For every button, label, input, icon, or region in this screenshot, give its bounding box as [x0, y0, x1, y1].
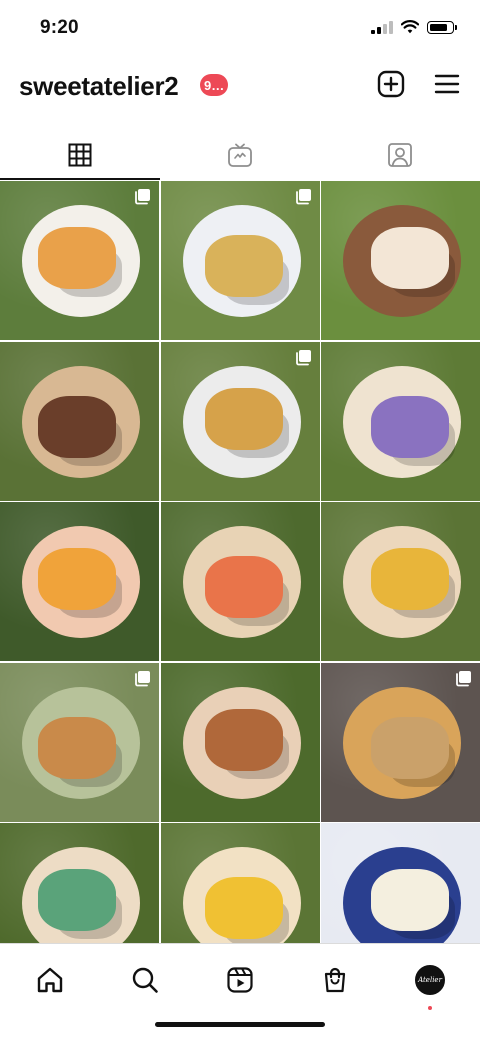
- battery-level: [430, 23, 447, 31]
- post-thumbnail[interactable]: [0, 662, 159, 822]
- nav-shop-button[interactable]: [313, 958, 357, 1002]
- profile-header: sweetatelier2 9…: [0, 62, 480, 110]
- multiple-photos-icon: [456, 670, 471, 686]
- post-image-subject: [204, 235, 283, 297]
- post-thumbnail[interactable]: [160, 662, 320, 822]
- post-thumbnail[interactable]: [160, 341, 320, 501]
- post-image-subject: [38, 716, 116, 779]
- post-image-subject: [204, 708, 283, 771]
- post-grid: [0, 181, 480, 943]
- home-icon: [37, 967, 63, 993]
- tab-igtv[interactable]: [160, 132, 320, 178]
- notification-badge[interactable]: 9…: [200, 74, 229, 96]
- tab-posts-grid[interactable]: [0, 132, 160, 178]
- options-menu-button[interactable]: [432, 69, 462, 99]
- search-icon: [132, 967, 158, 993]
- post-thumbnail[interactable]: [321, 823, 480, 943]
- plus-square-icon: [377, 70, 405, 98]
- profile-avatar-icon: Atelier: [415, 965, 445, 995]
- reels-icon: [227, 967, 253, 993]
- tv-icon: [228, 143, 252, 167]
- status-bar: 9:20: [0, 0, 480, 56]
- post-thumbnail[interactable]: [321, 181, 480, 340]
- post-thumbnail[interactable]: [321, 341, 480, 501]
- create-button[interactable]: [376, 69, 406, 99]
- hamburger-menu-icon: [434, 74, 460, 94]
- post-thumbnail[interactable]: [160, 181, 320, 340]
- nav-profile-button[interactable]: Atelier: [408, 958, 452, 1010]
- post-image-subject: [371, 716, 449, 779]
- battery-icon: [427, 20, 457, 34]
- post-image-subject: [38, 395, 116, 458]
- tab-tagged[interactable]: [320, 132, 480, 178]
- multiple-photos-icon: [295, 189, 311, 205]
- post-thumbnail[interactable]: [0, 181, 159, 340]
- nav-reels-button[interactable]: [218, 958, 262, 1002]
- multiple-photos-icon: [135, 670, 150, 686]
- cellular-signal-icon: [371, 20, 393, 34]
- post-image-subject: [204, 556, 283, 618]
- status-time: 9:20: [40, 17, 79, 38]
- avatar-logo-text: Atelier: [418, 976, 442, 984]
- post-thumbnail[interactable]: [321, 502, 480, 661]
- post-image-subject: [371, 869, 449, 931]
- post-image-subject: [371, 227, 449, 289]
- post-thumbnail[interactable]: [0, 823, 159, 943]
- post-image-subject: [371, 548, 449, 610]
- post-thumbnail[interactable]: [321, 662, 480, 822]
- post-image-subject: [371, 395, 449, 458]
- status-icons: [371, 20, 457, 34]
- activity-dot: [428, 1006, 432, 1010]
- post-thumbnail[interactable]: [0, 341, 159, 501]
- home-indicator: [155, 1022, 325, 1027]
- multiple-photos-icon: [135, 189, 150, 205]
- post-image-subject: [204, 877, 283, 939]
- post-image-subject: [204, 387, 283, 450]
- selected-tab-indicator: [0, 178, 160, 180]
- tagged-person-icon: [388, 143, 412, 167]
- multiple-photos-icon: [295, 349, 311, 365]
- nav-home-button[interactable]: [28, 958, 72, 1002]
- wifi-icon: [401, 20, 419, 34]
- nav-search-button[interactable]: [123, 958, 167, 1002]
- grid-icon: [68, 143, 92, 167]
- post-image-subject: [38, 227, 116, 289]
- post-image-subject: [38, 869, 116, 931]
- post-thumbnail[interactable]: [160, 823, 320, 943]
- post-image-subject: [38, 548, 116, 610]
- post-thumbnail[interactable]: [160, 502, 320, 661]
- profile-tabs: [0, 132, 480, 180]
- shopping-bag-icon: [324, 967, 346, 993]
- profile-username[interactable]: sweetatelier2: [19, 71, 179, 102]
- post-thumbnail[interactable]: [0, 502, 159, 661]
